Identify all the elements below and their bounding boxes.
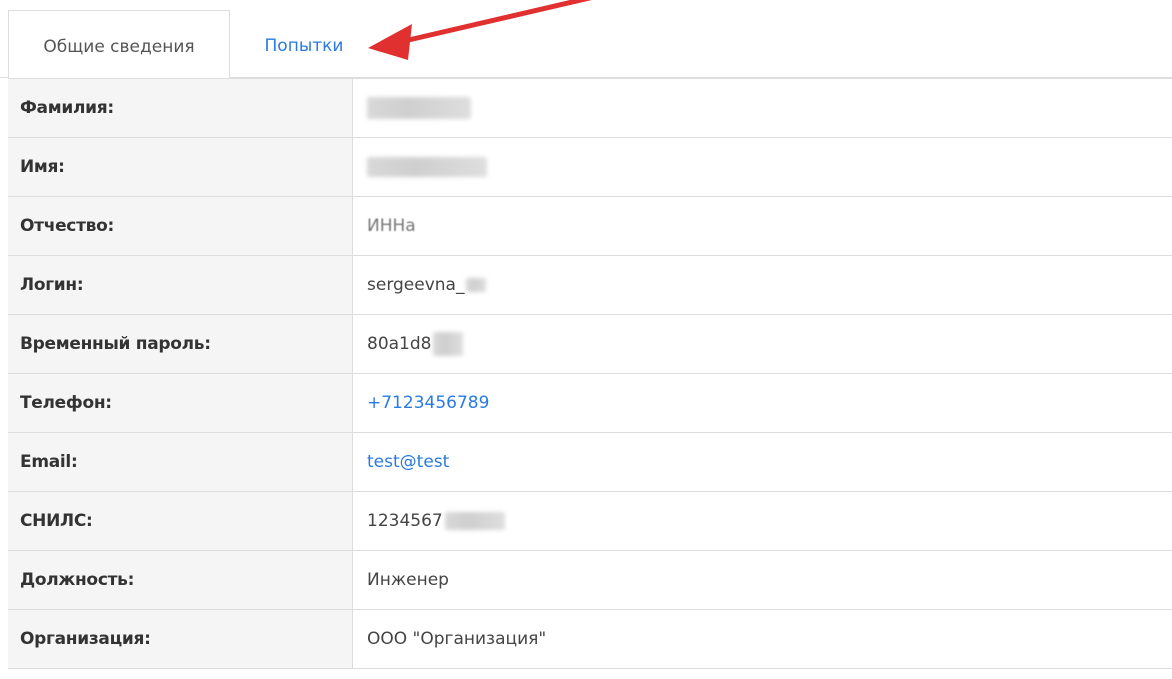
table-row: Временный пароль: 80a1d8 xyxy=(8,314,1172,374)
email-link[interactable]: test@test xyxy=(352,432,1172,492)
field-value-patronymic: ИННа xyxy=(352,196,1172,256)
temp-password-text: 80a1d8 xyxy=(367,334,432,354)
tab-attempts-label: Попытки xyxy=(264,36,344,56)
table-row: Телефон: +7123456789 xyxy=(8,373,1172,433)
field-label-login: Логин: xyxy=(8,255,353,315)
tab-attempts[interactable]: Попытки xyxy=(240,10,368,78)
login-text: sergeevna_ xyxy=(367,275,465,295)
tab-general-info-label: Общие сведения xyxy=(43,36,195,57)
field-label-firstname: Имя: xyxy=(8,137,353,197)
table-row: Организация: ООО "Организация" xyxy=(8,609,1172,669)
patronymic-text: ИННа xyxy=(367,216,416,236)
field-label-organization: Организация: xyxy=(8,609,353,669)
field-value-lastname xyxy=(352,78,1172,138)
field-label-temp-password: Временный пароль: xyxy=(8,314,353,374)
table-row: Отчество: ИННа xyxy=(8,196,1172,256)
phone-link[interactable]: +7123456789 xyxy=(352,373,1172,433)
user-info-table: Фамилия: Имя: Отчество: ИННа Логин: serg… xyxy=(8,78,1172,669)
table-row: Должность: Инженер xyxy=(8,550,1172,610)
field-value-position: Инженер xyxy=(352,550,1172,610)
redacted-value xyxy=(433,332,464,356)
field-value-firstname xyxy=(352,137,1172,197)
annotation-arrow-icon xyxy=(368,0,592,60)
table-row: Фамилия: xyxy=(8,78,1172,138)
table-row: Имя: xyxy=(8,137,1172,197)
redacted-value xyxy=(466,278,487,292)
redacted-value xyxy=(367,97,471,119)
tab-general-info[interactable]: Общие сведения xyxy=(8,10,230,79)
table-row: Email: test@test xyxy=(8,432,1172,492)
field-value-organization: ООО "Организация" xyxy=(352,609,1172,669)
field-label-snils: СНИЛС: xyxy=(8,491,353,551)
snils-text: 1234567 xyxy=(367,511,443,531)
field-value-login: sergeevna_ xyxy=(352,255,1172,315)
table-row: СНИЛС: 1234567 xyxy=(8,491,1172,551)
field-label-patronymic: Отчество: xyxy=(8,196,353,256)
redacted-value xyxy=(444,512,505,530)
field-label-position: Должность: xyxy=(8,550,353,610)
redacted-value xyxy=(367,157,487,177)
field-label-phone: Телефон: xyxy=(8,373,353,433)
field-value-temp-password: 80a1d8 xyxy=(352,314,1172,374)
field-label-email: Email: xyxy=(8,432,353,492)
field-label-lastname: Фамилия: xyxy=(8,78,353,138)
field-value-snils: 1234567 xyxy=(352,491,1172,551)
table-row: Логин: sergeevna_ xyxy=(8,255,1172,315)
